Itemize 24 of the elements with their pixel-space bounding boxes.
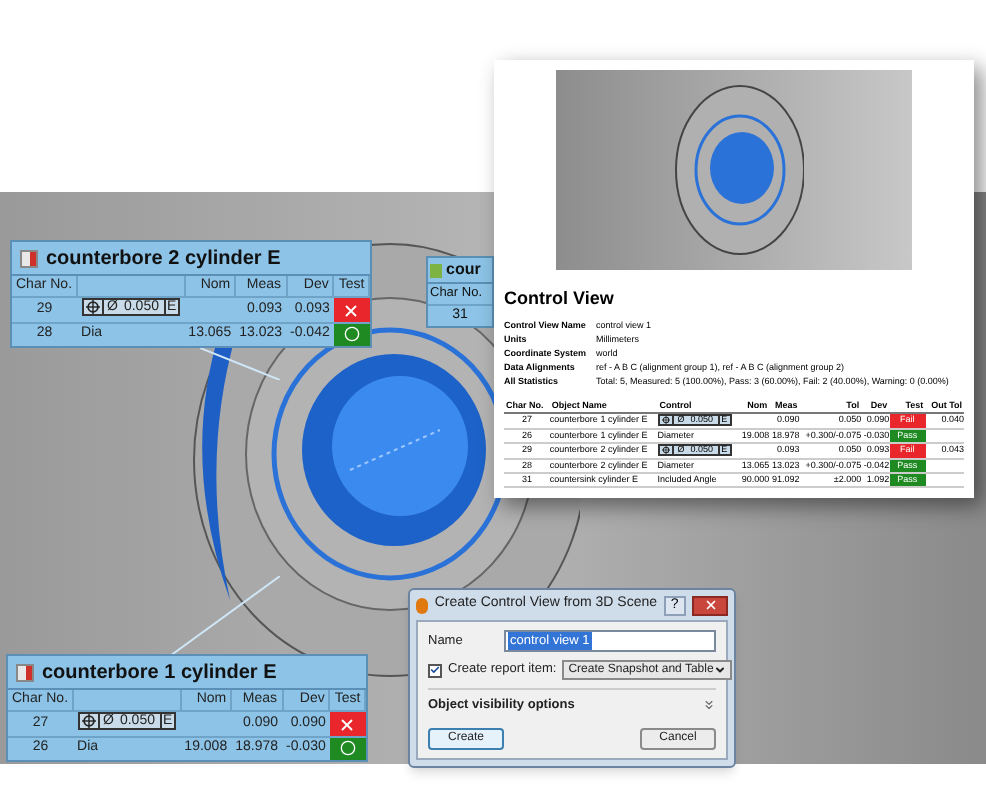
position-symbol-icon — [661, 415, 670, 424]
leader-line — [170, 576, 280, 656]
callout-title: counterbore 2 cylinder E — [46, 245, 281, 273]
check-icon — [430, 664, 440, 676]
cylinder-icon — [16, 663, 34, 681]
close-button[interactable] — [692, 595, 728, 615]
callout-title: cour — [446, 258, 481, 282]
leader-line — [200, 348, 280, 380]
cylinder-icon — [20, 249, 38, 267]
position-symbol-icon — [81, 714, 96, 728]
checkbox[interactable] — [428, 663, 442, 677]
cross-icon — [342, 301, 361, 319]
cone-icon — [430, 263, 442, 277]
report-heading: Control View — [504, 286, 616, 312]
app-icon — [416, 597, 429, 613]
expand-chevron-icon[interactable] — [702, 698, 716, 713]
dropdown-caret-icon — [713, 664, 726, 676]
position-symbol-icon — [85, 300, 100, 314]
cross-icon — [338, 715, 357, 733]
circle-icon — [339, 740, 356, 757]
callout-title: counterbore 1 cylinder E — [42, 659, 277, 687]
position-symbol-icon — [661, 446, 670, 454]
circle-icon — [343, 326, 360, 343]
close-icon — [703, 598, 718, 612]
